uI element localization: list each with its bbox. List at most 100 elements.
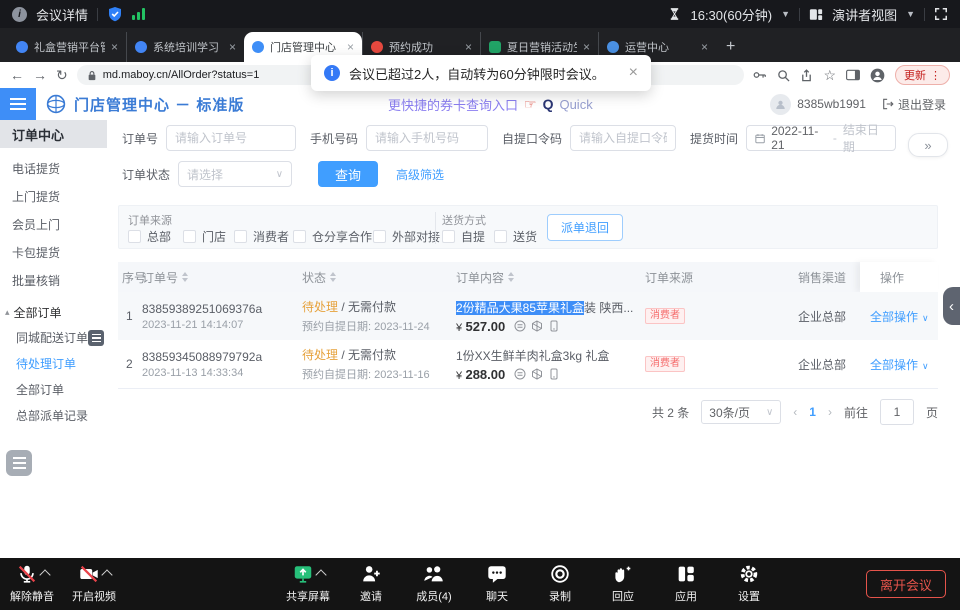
meeting-timer[interactable]: 16:30(60分钟) [690, 5, 772, 24]
checkbox-warehouse-share[interactable]: 仓分享合作 [293, 228, 372, 245]
invite-button[interactable]: 邀请 [347, 562, 395, 604]
order-no-input[interactable] [166, 125, 296, 151]
members-button[interactable]: 成员(4) [410, 562, 458, 604]
order-status-select[interactable]: 请选择 ∨ [178, 161, 292, 187]
fullscreen-icon[interactable] [934, 7, 948, 21]
new-tab-button[interactable]: + [726, 38, 735, 56]
sort-icon[interactable] [182, 272, 188, 282]
network-signal-icon[interactable] [132, 8, 145, 20]
date-range-picker[interactable]: 2022-11-21 - 结束日期 [746, 125, 896, 151]
search-button[interactable]: 查询 [318, 161, 378, 187]
table-row[interactable]: 2 83859345088979792a 2023-11-13 14:33:34… [118, 340, 938, 389]
advanced-filter-link[interactable]: 高级筛选 [396, 166, 444, 183]
browser-tab[interactable]: 礼盒营销平台管理中心 × [8, 32, 126, 62]
sidebar-item-batch-verify[interactable]: 批量核销 [0, 266, 107, 294]
checkbox-icon[interactable] [494, 230, 507, 243]
checkbox-delivery[interactable]: 送货 [494, 228, 537, 245]
checkbox-icon[interactable] [293, 230, 306, 243]
pinned-menu-icon[interactable] [88, 330, 104, 346]
sidebar-item-member-visit[interactable]: 会员上门 [0, 210, 107, 238]
tab-close-icon[interactable]: × [583, 40, 590, 54]
checkbox-hq[interactable]: 总部 [128, 228, 171, 245]
page-size-select[interactable]: 30条/页 ∨ [701, 400, 781, 424]
quick-entry-link[interactable]: 更快捷的券卡查询入口 [388, 95, 518, 114]
all-actions-dropdown[interactable]: 全部操作∨ [870, 356, 929, 373]
table-row[interactable]: 1 83859389251069376a 2023-11-21 14:14:07… [118, 292, 938, 341]
apps-button[interactable]: 应用 [662, 562, 710, 604]
sidebar-section-order-center[interactable]: 订单中心 [0, 120, 107, 148]
chevron-down-icon[interactable]: ▼ [906, 9, 915, 19]
quick-q-icon[interactable]: Q [543, 96, 554, 112]
col-status[interactable]: 状态 [302, 262, 336, 292]
sort-icon[interactable] [508, 272, 514, 282]
checkbox-consumer[interactable]: 消费者 [234, 228, 289, 245]
quick-label[interactable]: Quick [559, 97, 592, 112]
chevron-down-icon[interactable]: ▼ [781, 9, 790, 19]
profile-avatar-icon[interactable] [870, 68, 885, 83]
unmute-button[interactable]: 解除静音 [8, 562, 56, 604]
share-icon[interactable] [800, 69, 813, 82]
forward-icon[interactable]: → [33, 68, 47, 82]
next-page-icon[interactable]: › [828, 405, 832, 419]
react-button[interactable]: 回应 [599, 562, 647, 604]
tab-close-icon[interactable]: × [347, 40, 354, 54]
back-icon[interactable]: ← [10, 68, 24, 82]
checkbox-icon[interactable] [128, 230, 141, 243]
tab-close-icon[interactable]: × [111, 40, 118, 54]
security-shield-icon[interactable] [107, 6, 123, 22]
bookmark-star-icon[interactable]: ☆ [823, 67, 836, 84]
dispatch-return-button[interactable]: 派单退回 [547, 214, 623, 241]
chevron-up-icon[interactable] [39, 569, 50, 580]
gift-icon[interactable] [531, 320, 543, 332]
sort-icon[interactable] [330, 272, 336, 282]
checkbox-icon[interactable] [234, 230, 247, 243]
meeting-details-label[interactable]: 会议详情 [36, 5, 88, 24]
toast-close-icon[interactable]: × [629, 64, 638, 82]
phone-input[interactable] [366, 125, 488, 151]
pickup-code-input[interactable] [570, 125, 676, 151]
logout-button[interactable]: 退出登录 [882, 96, 946, 113]
phone-icon[interactable] [548, 368, 560, 380]
reload-icon[interactable]: ↻ [56, 68, 68, 82]
kebab-menu-icon[interactable]: ⋮ [930, 69, 941, 82]
chevron-up-icon[interactable] [315, 569, 326, 580]
checkbox-store[interactable]: 门店 [183, 228, 226, 245]
user-avatar[interactable] [770, 94, 791, 115]
chat-button[interactable]: 聊天 [473, 562, 521, 604]
view-mode-label[interactable]: 演讲者视图 [832, 5, 897, 24]
checkbox-self-pickup[interactable]: 自提 [442, 228, 485, 245]
chevron-up-icon[interactable] [101, 569, 112, 580]
notice-widget-icon[interactable] [6, 450, 32, 476]
password-key-icon[interactable] [753, 69, 767, 81]
settings-button[interactable]: 设置 [725, 562, 773, 604]
checkbox-icon[interactable] [373, 230, 386, 243]
all-actions-dropdown[interactable]: 全部操作∨ [870, 308, 929, 325]
meeting-info-icon[interactable]: i [12, 7, 27, 22]
tab-close-icon[interactable]: × [465, 40, 472, 54]
tab-close-icon[interactable]: × [701, 40, 708, 54]
prev-page-icon[interactable]: ‹ [793, 405, 797, 419]
collapse-panel-handle[interactable]: ‹ [943, 287, 960, 325]
receipt-icon[interactable] [514, 320, 526, 332]
sidebar-item-card-pickup[interactable]: 卡包提货 [0, 238, 107, 266]
col-order-content[interactable]: 订单内容 [456, 262, 514, 292]
share-screen-button[interactable]: 共享屏幕 [284, 562, 332, 604]
collapse-filters-button[interactable]: » [908, 133, 948, 157]
tab-close-icon[interactable]: × [229, 40, 236, 54]
sidebar-item-pending-orders[interactable]: 待处理订单 [0, 350, 107, 376]
chrome-update-button[interactable]: 更新 ⋮ [895, 65, 950, 85]
col-order-no[interactable]: 订单号 [142, 262, 188, 292]
start-video-button[interactable]: 开启视频 [70, 562, 118, 604]
checkbox-icon[interactable] [183, 230, 196, 243]
browser-tab[interactable]: 系统培训学习 × [126, 32, 244, 62]
gift-icon[interactable] [531, 368, 543, 380]
sidebar-item-hq-dispatch-log[interactable]: 总部派单记录 [0, 402, 107, 428]
sidebar-toggle-button[interactable] [0, 88, 36, 120]
goto-page-input[interactable] [880, 399, 914, 425]
record-button[interactable]: 录制 [536, 562, 584, 604]
side-panel-icon[interactable] [846, 69, 860, 81]
zoom-icon[interactable] [777, 69, 790, 82]
leave-meeting-button[interactable]: 离开会议 [866, 570, 946, 598]
phone-icon[interactable] [548, 320, 560, 332]
sidebar-item-door-pickup[interactable]: 上门提货 [0, 182, 107, 210]
